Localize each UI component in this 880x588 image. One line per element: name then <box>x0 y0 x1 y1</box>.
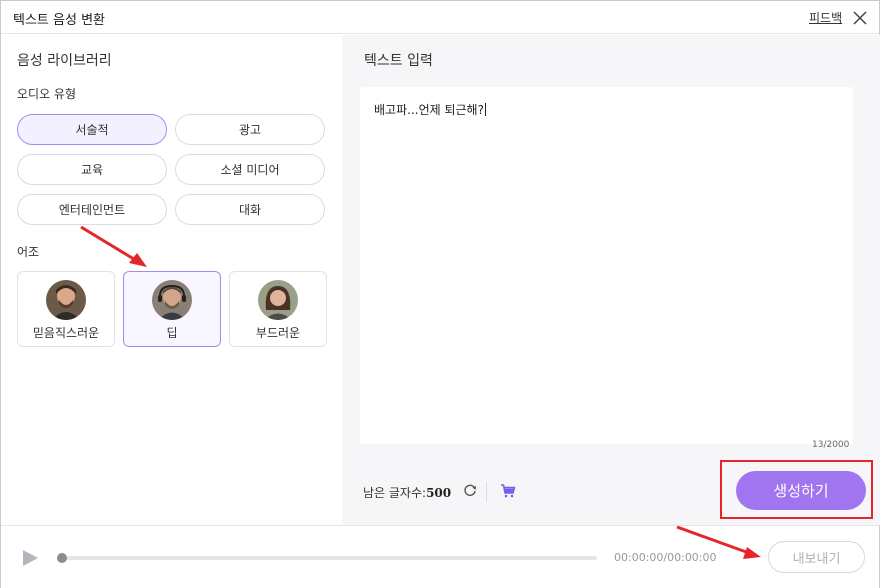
audio-type-education[interactable]: 교육 <box>17 154 167 185</box>
player-bar: 00:00:00/00:00:00 내보내기 <box>1 525 879 588</box>
audio-type-entertainment[interactable]: 엔터테인먼트 <box>17 194 167 225</box>
voice-label: 믿음직스러운 <box>32 326 100 340</box>
pill-label: 엔터테인먼트 <box>58 203 126 217</box>
tts-window: 텍스트 음성 변환 피드백 음성 라이브러리 오디오 유형 서술적 광고 교육 … <box>0 0 880 588</box>
voice-card-trustworthy[interactable]: 믿음직스러운 <box>17 271 115 347</box>
text-caret <box>484 103 486 116</box>
divider <box>486 482 487 502</box>
annotation-arrow-icon <box>80 225 147 267</box>
audio-type-social-media[interactable]: 소셜 미디어 <box>175 154 325 185</box>
voice-label: 딥 <box>166 326 178 340</box>
input-text[interactable]: 배고파...언제 퇴근해? <box>374 101 486 118</box>
title-bar: 텍스트 음성 변환 피드백 <box>1 1 879 34</box>
pill-label: 대화 <box>238 203 262 217</box>
audio-type-ad[interactable]: 광고 <box>175 114 325 145</box>
library-title: 음성 라이브러리 <box>17 53 112 69</box>
audio-type-label: 오디오 유형 <box>17 87 77 101</box>
play-icon[interactable] <box>21 549 39 567</box>
voice-label: 부드러운 <box>255 326 301 340</box>
cart-icon[interactable] <box>500 483 516 499</box>
remaining-value: 500 <box>426 486 452 500</box>
progress-handle[interactable] <box>57 553 67 563</box>
export-button[interactable]: 내보내기 <box>768 541 865 573</box>
pill-label: 교육 <box>80 163 104 177</box>
text-input-area[interactable]: 배고파...언제 퇴근해? <box>360 87 853 444</box>
input-text-value: 배고파...언제 퇴근해? <box>374 103 484 117</box>
audio-type-narrative[interactable]: 서술적 <box>17 114 167 145</box>
voice-card-deep[interactable]: 딥 <box>123 271 221 347</box>
avatar <box>258 280 298 320</box>
tone-label: 어조 <box>17 245 40 259</box>
progress-track[interactable] <box>57 556 597 560</box>
pill-label: 서술적 <box>75 123 109 137</box>
refresh-icon[interactable] <box>463 483 477 497</box>
pill-label: 소셜 미디어 <box>220 163 280 177</box>
generate-button[interactable]: 생성하기 <box>736 471 866 510</box>
voice-card-soft[interactable]: 부드러운 <box>229 271 327 347</box>
audio-type-conversation[interactable]: 대화 <box>175 194 325 225</box>
input-title: 텍스트 입력 <box>364 53 433 69</box>
text-input-panel: 텍스트 입력 배고파...언제 퇴근해? 13/2000 남은 글자수:500 … <box>342 35 880 525</box>
feedback-link[interactable]: 피드백 <box>809 9 842 26</box>
avatar <box>46 280 86 320</box>
remaining-chars: 남은 글자수:500 <box>363 484 451 501</box>
window-title: 텍스트 음성 변환 <box>13 13 105 28</box>
playback-time: 00:00:00/00:00:00 <box>614 551 717 564</box>
voice-library-panel: 음성 라이브러리 오디오 유형 서술적 광고 교육 소셜 미디어 엔터테인먼트 … <box>1 35 342 525</box>
avatar <box>152 280 192 320</box>
char-counter: 13/2000 <box>812 440 850 450</box>
generate-label: 생성하기 <box>773 482 829 500</box>
pill-label: 광고 <box>238 123 262 137</box>
close-icon[interactable] <box>851 9 869 27</box>
remaining-label: 남은 글자수: <box>363 486 427 500</box>
export-label: 내보내기 <box>792 551 841 567</box>
